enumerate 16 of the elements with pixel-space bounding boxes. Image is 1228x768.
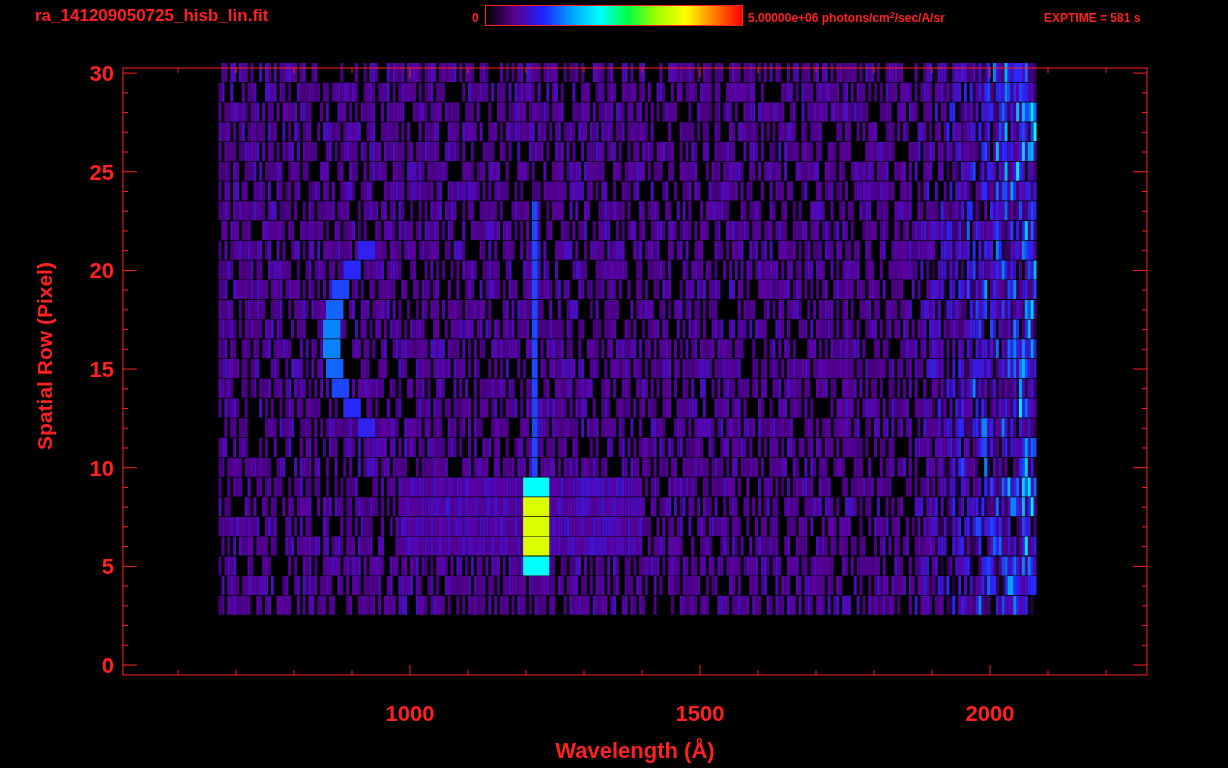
x-tick-label: 1500: [675, 701, 725, 726]
y-tick-label: 5: [101, 554, 114, 580]
y-axis-title: Spatial Row (Pixel): [33, 262, 56, 450]
y-tick-label: 10: [89, 455, 114, 481]
x-axis-title: Wavelength (Å): [555, 738, 715, 763]
x-tick-label: 2000: [965, 701, 1015, 726]
y-tick-label: 25: [89, 159, 114, 185]
y-tick-label: 0: [101, 653, 114, 678]
y-tick-label: 15: [89, 357, 114, 383]
file-title: ra_141209050725_hisb_lin.fit: [35, 7, 269, 24]
x-tick-label: 1000: [385, 701, 435, 726]
colorbar-min-label: 0: [472, 12, 479, 24]
y-tick-label: 30: [89, 61, 114, 87]
colorbar-max-label: 5.00000e+06 photons/cm$^{2}$/sec/A/sr: [748, 12, 945, 24]
y-tick-label: 20: [89, 258, 114, 284]
exposure-time: EXPTIME = 581 s: [1044, 12, 1141, 24]
